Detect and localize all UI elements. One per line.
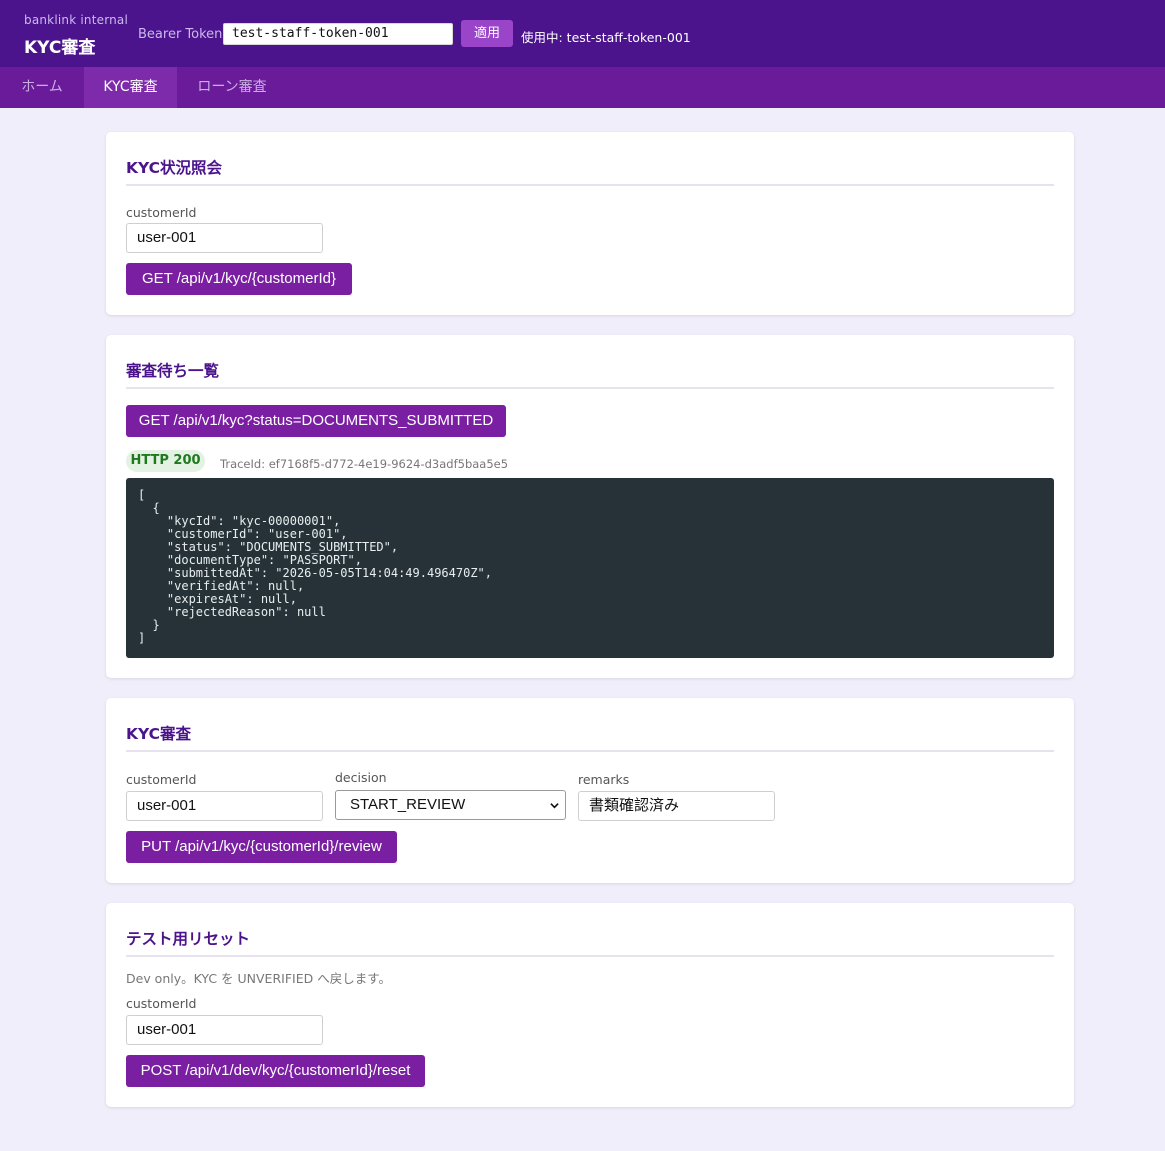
tab-kyc-review[interactable]: KYC審査 [84, 67, 177, 108]
get-pending-kyc-button[interactable]: GET /api/v1/kyc?status=DOCUMENTS_SUBMITT… [126, 405, 506, 437]
decision-select[interactable]: START_REVIEW [335, 790, 566, 820]
apply-token-button[interactable]: 適用 [461, 20, 513, 47]
tab-home[interactable]: ホーム [0, 67, 84, 108]
main-nav: ホーム KYC審査 ローン審査 [0, 67, 1165, 108]
bearer-token-label: Bearer Token [138, 27, 223, 42]
card-divider [126, 955, 1054, 957]
kyc-status-card: KYC状況照会 customerId user-001 GET /api/v1/… [106, 132, 1074, 315]
trace-id-text: TraceId: ef7168f5-d772-4e19-9624-d3adf5b… [220, 457, 509, 471]
customer-id-label: customerId [126, 996, 197, 1011]
card-divider [126, 184, 1054, 186]
kyc-review-card: KYC審査 customerId user-001 decision START… [106, 698, 1074, 883]
dev-only-note: Dev only。KYC を UNVERIFIED へ戻します。 [126, 971, 391, 986]
active-token-text: 使用中: test-staff-token-001 [521, 30, 691, 45]
card-title: KYC状況照会 [126, 159, 223, 177]
bearer-token-input[interactable]: test-staff-token-001 [223, 23, 453, 45]
customer-id-input[interactable]: user-001 [126, 223, 323, 253]
remarks-label: remarks [578, 772, 630, 787]
chevron-down-icon [550, 803, 559, 809]
card-divider [126, 387, 1054, 389]
brand-subtitle: banklink internal [24, 13, 129, 27]
customer-id-label: customerId [126, 205, 197, 220]
customer-id-input[interactable]: user-001 [126, 791, 323, 821]
post-reset-button[interactable]: POST /api/v1/dev/kyc/{customerId}/reset [126, 1055, 425, 1087]
brand-title: KYC審査 [24, 38, 96, 58]
remarks-input[interactable]: 書類確認済み [578, 791, 775, 821]
customer-id-input[interactable]: user-001 [126, 1015, 323, 1045]
test-reset-card: テスト用リセット Dev only。KYC を UNVERIFIED へ戻します… [106, 903, 1074, 1107]
app-header: banklink internal KYC審査 Bearer Token tes… [0, 0, 1165, 67]
decision-label: decision [335, 770, 387, 785]
card-title: KYC審査 [126, 725, 192, 743]
card-title: 審査待ち一覧 [126, 362, 220, 380]
put-review-button[interactable]: PUT /api/v1/kyc/{customerId}/review [126, 831, 397, 863]
decision-selected-value: START_REVIEW [350, 796, 466, 813]
card-title: テスト用リセット [126, 930, 251, 948]
card-divider [126, 750, 1054, 752]
response-json-block: [ { "kycId": "kyc-00000001", "customerId… [126, 478, 1054, 658]
customer-id-label: customerId [126, 772, 197, 787]
get-kyc-button[interactable]: GET /api/v1/kyc/{customerId} [126, 263, 352, 295]
tab-loan-review[interactable]: ローン審査 [177, 67, 287, 108]
pending-list-card: 審査待ち一覧 GET /api/v1/kyc?status=DOCUMENTS_… [106, 335, 1074, 678]
http-status-badge: HTTP 200 [126, 450, 205, 472]
